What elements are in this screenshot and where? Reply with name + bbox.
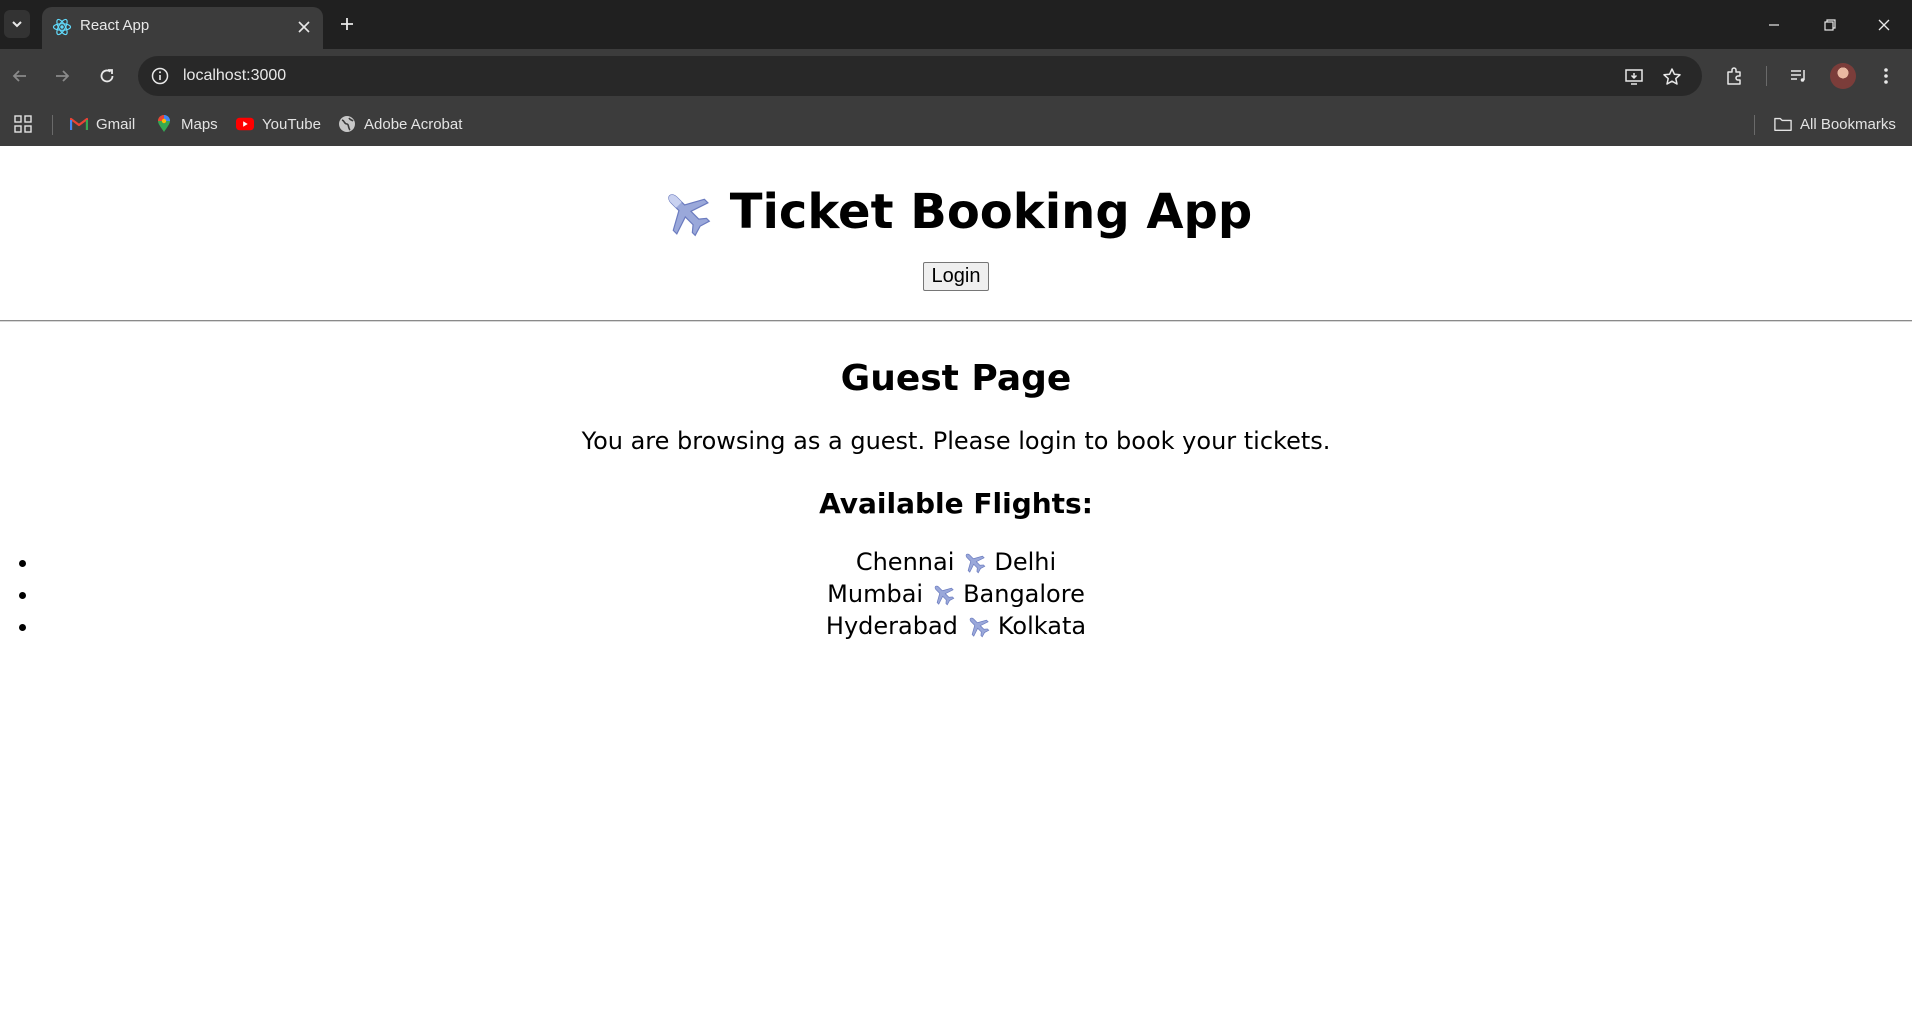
globe-icon <box>338 115 356 133</box>
media-controls-button[interactable] <box>1786 63 1812 89</box>
page-content: Ticket Booking App Login Guest Page You … <box>0 146 1912 1017</box>
apps-button[interactable] <box>14 113 32 135</box>
app-title: Ticket Booking App <box>0 146 1912 240</box>
close-icon <box>298 21 310 33</box>
bookmark-maps[interactable]: Maps <box>155 113 218 135</box>
reload-icon <box>100 69 114 83</box>
minimize-button[interactable] <box>1746 0 1802 49</box>
tab-search-button[interactable] <box>4 10 30 38</box>
youtube-icon <box>236 115 254 133</box>
gmail-icon <box>70 115 88 133</box>
playlist-icon <box>1791 70 1805 82</box>
airplane-icon <box>966 553 986 574</box>
install-app-button[interactable] <box>1622 65 1646 89</box>
flight-origin: Chennai <box>855 548 955 576</box>
puzzle-icon <box>1727 67 1741 85</box>
arrow-left-icon <box>12 70 26 82</box>
extensions-button[interactable] <box>1721 63 1747 89</box>
bookmarks-divider <box>52 115 53 135</box>
profile-avatar[interactable] <box>1830 63 1856 89</box>
login-button[interactable]: Login <box>922 262 990 291</box>
app-header: Ticket Booking App Login <box>0 146 1912 291</box>
folder-icon <box>1774 115 1792 133</box>
airplane-icon <box>969 617 990 638</box>
bookmark-adobe-acrobat[interactable]: Adobe Acrobat <box>338 113 462 135</box>
toolbar-divider <box>1766 66 1767 86</box>
list-item: Chennai Delhi <box>40 546 1912 578</box>
address-bar[interactable]: localhost:3000 <box>138 56 1702 96</box>
reload-button[interactable] <box>92 61 122 91</box>
react-atom-icon <box>52 18 72 36</box>
close-icon <box>1878 19 1890 30</box>
flight-destination: Delhi <box>994 548 1057 576</box>
airplane-icon <box>934 585 955 606</box>
bookmark-gmail[interactable]: Gmail <box>70 113 135 135</box>
flight-destination: Bangalore <box>963 580 1085 608</box>
minimize-icon <box>1769 23 1779 26</box>
restore-icon <box>1824 18 1836 31</box>
bookmark-youtube[interactable]: YouTube <box>236 113 321 135</box>
new-tab-button[interactable] <box>334 11 360 37</box>
arrow-right-icon <box>56 70 70 82</box>
bookmark-label: YouTube <box>262 115 321 133</box>
tab-close-button[interactable] <box>293 16 315 38</box>
all-bookmarks-label: All Bookmarks <box>1800 115 1896 133</box>
guest-section: Guest Page You are browsing as a guest. … <box>0 320 1912 642</box>
all-bookmarks-button[interactable]: All Bookmarks <box>1774 113 1896 135</box>
back-button[interactable] <box>5 61 35 91</box>
star-icon <box>1663 68 1681 85</box>
airplane-icon <box>667 194 711 237</box>
close-window-button[interactable] <box>1856 0 1912 49</box>
list-item: Mumbai Bangalore <box>40 578 1912 610</box>
tab-react-app[interactable]: React App <box>42 7 323 49</box>
chevron-down-icon <box>12 21 22 28</box>
install-app-icon <box>1625 69 1643 85</box>
guest-page-heading: Guest Page <box>840 358 1072 399</box>
browser-chrome: React App localhost:3000 Gmail Maps YouT… <box>0 0 1912 146</box>
forward-button[interactable] <box>47 61 77 91</box>
bookmark-label: Maps <box>181 115 218 133</box>
browser-toolbar: localhost:3000 <box>0 49 1912 103</box>
guest-message: You are browsing as a guest. Please logi… <box>581 427 1331 455</box>
kebab-menu-icon <box>1884 68 1888 84</box>
bookmarks-bar: Gmail Maps YouTube Adobe Acrobat All Boo… <box>0 103 1912 146</box>
flights-heading: Available Flights: <box>819 487 1093 520</box>
flight-origin: Mumbai <box>827 580 924 608</box>
bookmarks-divider <box>1754 115 1755 135</box>
bookmark-star-button[interactable] <box>1660 65 1684 89</box>
info-icon[interactable] <box>150 66 170 86</box>
tab-title: React App <box>80 17 150 34</box>
bookmark-label: Adobe Acrobat <box>364 115 463 133</box>
flight-origin: Hyderabad <box>825 612 958 640</box>
list-item: Hyderabad Kolkata <box>40 610 1912 642</box>
browser-menu-button[interactable] <box>1873 63 1899 89</box>
bookmark-label: Gmail <box>96 115 136 133</box>
app-title-text: Ticket Booking App <box>729 184 1253 240</box>
flights-list: Chennai Delhi Mumbai Bangalore Hyderabad Ko… <box>0 546 1912 642</box>
flight-destination: Kolkata <box>997 612 1087 640</box>
plus-icon <box>341 18 353 30</box>
apps-grid-icon <box>14 115 32 133</box>
url-text[interactable]: localhost:3000 <box>183 67 286 85</box>
restore-button[interactable] <box>1802 0 1858 49</box>
maps-pin-icon <box>155 115 173 133</box>
tab-strip: React App <box>0 0 1912 49</box>
